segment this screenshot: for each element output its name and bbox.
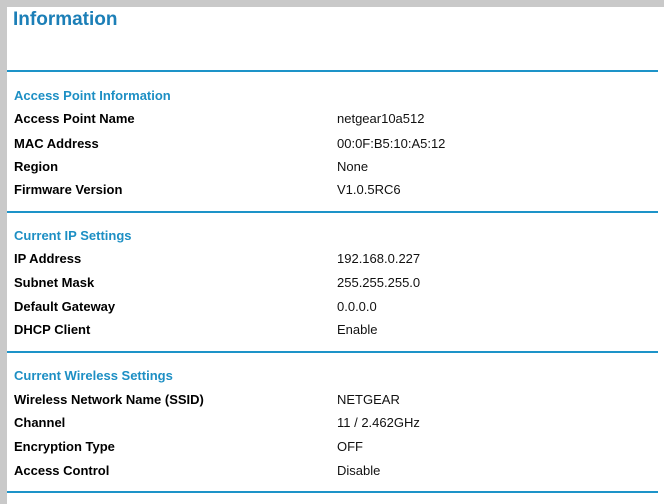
title-divider <box>7 70 658 72</box>
value-region: None <box>337 159 369 174</box>
value-mac-address: 00:0F:B5:10:A5:12 <box>337 136 446 151</box>
bottom-divider <box>7 491 658 493</box>
label-access-point-name: Access Point Name <box>14 111 135 126</box>
label-subnet-mask: Subnet Mask <box>14 275 95 290</box>
label-mac-address: MAC Address <box>14 136 99 151</box>
value-access-point-name: netgear10a512 <box>337 111 425 126</box>
section-heading-ip-settings: Current IP Settings <box>14 228 132 243</box>
value-subnet-mask: 255.255.255.0 <box>337 275 421 290</box>
value-firmware-version: V1.0.5RC6 <box>337 182 401 197</box>
label-access-control: Access Control <box>14 463 110 478</box>
page-title: Information <box>13 9 118 30</box>
label-encryption-type: Encryption Type <box>14 439 115 454</box>
value-channel: 11 / 2.462GHz <box>337 415 420 430</box>
section-divider-2 <box>7 351 658 353</box>
value-ip-address: 192.168.0.227 <box>337 251 421 266</box>
label-region: Region <box>14 159 59 174</box>
label-dhcp-client: DHCP Client <box>14 322 91 337</box>
value-default-gateway: 0.0.0.0 <box>337 299 377 314</box>
section-heading-wireless-settings: Current Wireless Settings <box>14 368 173 383</box>
section-divider-1 <box>7 211 658 213</box>
label-ip-address: IP Address <box>14 251 82 266</box>
value-encryption-type: OFF <box>337 439 363 454</box>
value-access-control: Disable <box>337 463 381 478</box>
frame-left-border <box>0 0 7 504</box>
label-default-gateway: Default Gateway <box>14 299 116 314</box>
value-dhcp-client: Enable <box>337 322 378 337</box>
information-page: Information Access Point Information Acc… <box>0 0 664 504</box>
label-channel: Channel <box>14 415 66 430</box>
label-wireless-network-name: Wireless Network Name (SSID) <box>14 392 204 407</box>
section-heading-access-point: Access Point Information <box>14 88 171 103</box>
value-wireless-network-name: NETGEAR <box>337 392 400 407</box>
label-firmware-version: Firmware Version <box>14 182 123 197</box>
frame-top-border <box>0 0 664 7</box>
